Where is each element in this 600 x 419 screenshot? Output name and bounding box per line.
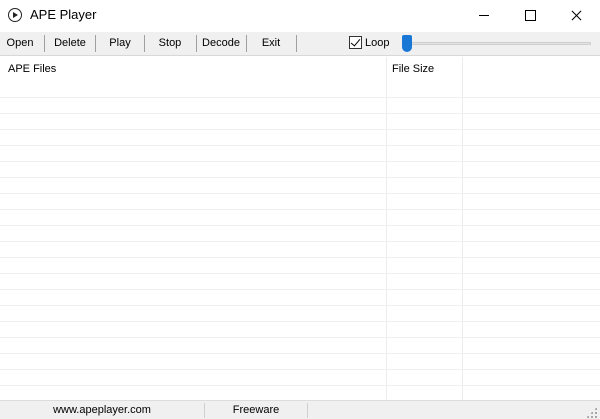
column-header-file-size[interactable]: File Size	[386, 57, 463, 81]
close-button[interactable]	[553, 0, 599, 32]
app-window: APE Player Open Delete Play Stop Decode …	[0, 0, 600, 419]
toolbar-separator	[296, 35, 297, 52]
list-row-line	[0, 369, 600, 370]
list-row-line	[0, 241, 600, 242]
list-row-line	[0, 305, 600, 306]
list-row-line	[0, 225, 600, 226]
play-button[interactable]: Play	[99, 32, 141, 55]
list-row-line	[0, 209, 600, 210]
volume-slider-track[interactable]	[407, 42, 591, 45]
status-separator	[307, 403, 308, 418]
status-license: Freeware	[232, 404, 280, 416]
list-row-line	[0, 193, 600, 194]
status-website: www.apeplayer.com	[53, 404, 151, 416]
list-row-line	[0, 257, 600, 258]
list-row-line	[0, 321, 600, 322]
decode-button[interactable]: Decode	[199, 32, 243, 55]
resize-grip-icon[interactable]	[586, 407, 597, 418]
list-row-line	[0, 353, 600, 354]
status-bar: www.apeplayer.com Freeware	[0, 400, 600, 419]
column-divider	[386, 57, 387, 400]
checkbox-checked-icon[interactable]	[349, 36, 362, 49]
stop-button[interactable]: Stop	[148, 32, 192, 55]
toolbar-separator	[196, 35, 197, 52]
toolbar-separator	[44, 35, 45, 52]
window-title: APE Player	[30, 7, 97, 22]
minimize-button[interactable]	[461, 0, 507, 32]
play-circle-icon	[8, 8, 22, 22]
volume-slider-thumb[interactable]	[402, 35, 412, 52]
list-row-line	[0, 129, 600, 130]
list-row-line	[0, 337, 600, 338]
list-row-line	[0, 385, 600, 386]
delete-button[interactable]: Delete	[48, 32, 92, 55]
column-divider	[462, 57, 463, 400]
ape-files-list[interactable]: APE Files File Size	[0, 57, 600, 400]
open-button[interactable]: Open	[0, 32, 40, 55]
column-header-ape-files[interactable]: APE Files	[0, 57, 386, 81]
toolbar-separator	[246, 35, 247, 52]
maximize-button[interactable]	[507, 0, 553, 32]
list-row-line	[0, 113, 600, 114]
toolbar-separator	[95, 35, 96, 52]
title-bar[interactable]: APE Player	[0, 0, 600, 32]
list-row-line	[0, 145, 600, 146]
list-row-line	[0, 97, 600, 98]
list-row-line	[0, 161, 600, 162]
loop-label: Loop	[365, 37, 390, 49]
exit-button[interactable]: Exit	[250, 32, 292, 55]
toolbar-separator	[144, 35, 145, 52]
list-row-line	[0, 289, 600, 290]
list-row-line	[0, 273, 600, 274]
list-row-line	[0, 177, 600, 178]
